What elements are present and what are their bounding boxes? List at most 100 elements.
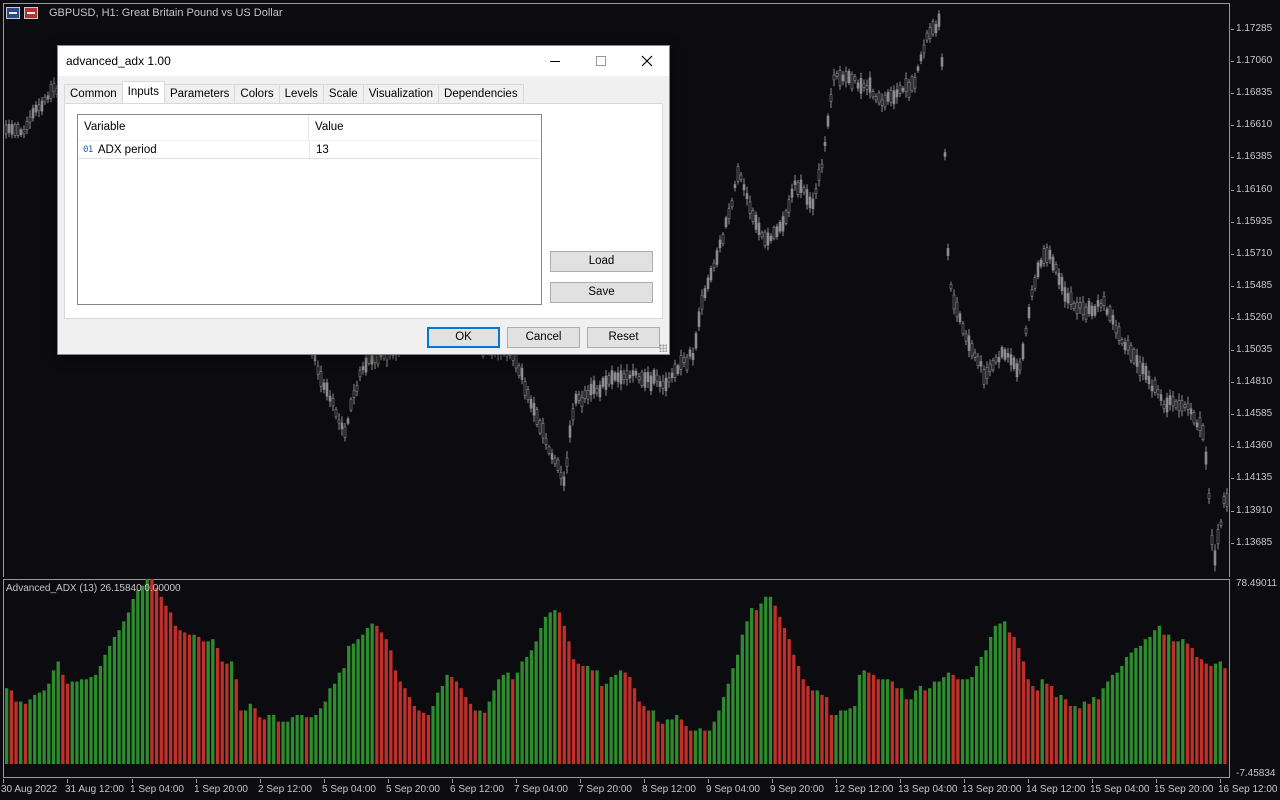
adx-bar <box>557 612 562 764</box>
tab-levels[interactable]: Levels <box>278 84 324 104</box>
minimize-button[interactable] <box>532 46 578 76</box>
price-tick <box>1231 157 1234 159</box>
candle-body <box>922 44 926 54</box>
tab-dependencies[interactable]: Dependencies <box>438 84 524 104</box>
candle-body <box>694 333 698 349</box>
time-tick <box>452 779 453 783</box>
signal-icon[interactable] <box>24 7 38 19</box>
table-row[interactable]: 01 ADX period 13 <box>78 140 541 160</box>
adx-bar <box>243 710 248 764</box>
chart-header-icons <box>6 7 38 19</box>
ok-button[interactable]: OK <box>427 327 500 348</box>
candle-body <box>649 375 653 392</box>
price-label: 1.15485 <box>1236 279 1273 291</box>
adx-bar <box>347 645 351 764</box>
value-cell[interactable]: 13 <box>309 141 541 160</box>
time-tick <box>580 779 581 783</box>
tab-colors[interactable]: Colors <box>234 84 280 104</box>
indicator-properties-dialog[interactable]: advanced_adx 1.00 Common Inputs Paramete… <box>57 45 670 355</box>
adx-bar <box>426 714 431 764</box>
adx-bar <box>1082 701 1087 764</box>
tab-parameters[interactable]: Parameters <box>163 84 236 104</box>
adx-bar <box>735 654 740 764</box>
cancel-button[interactable]: Cancel <box>507 327 580 348</box>
adx-bar <box>487 701 491 764</box>
price-tick <box>1231 510 1234 512</box>
candle-body <box>979 361 983 367</box>
adx-bar <box>389 650 393 764</box>
adx-bar <box>164 605 168 764</box>
adx-bar <box>506 672 510 764</box>
candle-body <box>916 66 920 71</box>
adx-bar <box>361 634 365 764</box>
candle-body <box>28 116 32 123</box>
candle-body <box>1144 365 1148 380</box>
price-tick <box>1231 414 1234 416</box>
candle-body <box>1183 404 1187 408</box>
column-header-variable[interactable]: Variable <box>78 115 309 140</box>
adx-bar <box>1115 672 1119 764</box>
load-button[interactable]: Load <box>550 251 653 272</box>
time-axis[interactable]: 30 Aug 2022 31 Aug 12:00 1 Sep 04:00 1 Sep … <box>0 779 1280 800</box>
candle-body <box>1030 289 1034 297</box>
candle-body <box>853 76 857 81</box>
adx-bar <box>782 628 787 764</box>
candle-body <box>1066 293 1070 304</box>
candle-body <box>997 357 1001 363</box>
candle-body <box>880 99 884 106</box>
price-tick <box>1231 317 1234 319</box>
dialog-titlebar[interactable]: advanced_adx 1.00 <box>58 46 669 76</box>
adx-bar <box>1176 641 1180 764</box>
column-header-value[interactable]: Value <box>309 115 541 140</box>
time-tick <box>1092 779 1093 783</box>
candle-body <box>580 397 584 407</box>
candle-body <box>1132 349 1136 364</box>
adx-bar <box>89 677 93 764</box>
maximize-button[interactable] <box>578 46 624 76</box>
chart-list-icon[interactable] <box>6 7 20 19</box>
price-axis[interactable]: 1.17285 1.17060 1.16835 1.16610 1.16385 1.161… <box>1231 0 1280 779</box>
candle-body <box>1093 306 1097 316</box>
adx-bar <box>1021 661 1026 764</box>
close-button[interactable] <box>624 46 670 76</box>
candle-body <box>913 76 917 89</box>
candle-body <box>1150 385 1154 392</box>
indicator-title: Advanced_ADX (13) 26.15840 0.00000 <box>6 583 181 594</box>
tab-common[interactable]: Common <box>64 84 123 104</box>
adx-bar <box>829 714 833 764</box>
candle-body <box>1219 521 1223 526</box>
tab-scale[interactable]: Scale <box>322 84 364 104</box>
adx-bar <box>117 630 121 764</box>
adx-bar <box>862 670 866 764</box>
candle-body <box>763 231 767 246</box>
candle-body <box>334 409 338 418</box>
reset-button[interactable]: Reset <box>587 327 660 348</box>
candle-body <box>886 92 890 102</box>
adx-bar <box>1073 706 1077 764</box>
candle-body <box>1012 357 1016 370</box>
tab-inputs[interactable]: Inputs <box>121 81 165 103</box>
candle-body <box>1120 339 1124 345</box>
adx-bar <box>1148 636 1152 764</box>
candle-body <box>1204 451 1208 465</box>
save-button[interactable]: Save <box>550 282 653 303</box>
candle-body <box>676 365 680 374</box>
adx-bar <box>989 636 993 764</box>
adx-bar <box>94 674 98 764</box>
candle-body <box>802 187 806 193</box>
candle-body <box>604 375 608 390</box>
inputs-table[interactable]: Variable Value 01 ADX period 13 <box>77 114 542 305</box>
resize-grip-icon[interactable] <box>659 344 667 352</box>
adx-bar <box>192 634 196 764</box>
candle-body <box>1024 328 1028 334</box>
candle-body <box>1045 247 1049 263</box>
tab-visualization[interactable]: Visualization <box>362 84 440 104</box>
adx-bar <box>787 639 791 764</box>
adx-bar <box>721 697 726 764</box>
adx-bar <box>1003 621 1007 764</box>
price-label: 1.16610 <box>1236 119 1273 131</box>
adx-bar <box>979 656 983 764</box>
time-label: 2 Sep 12:00 <box>258 784 312 795</box>
candle-body <box>586 390 590 400</box>
adx-bar <box>318 708 323 764</box>
